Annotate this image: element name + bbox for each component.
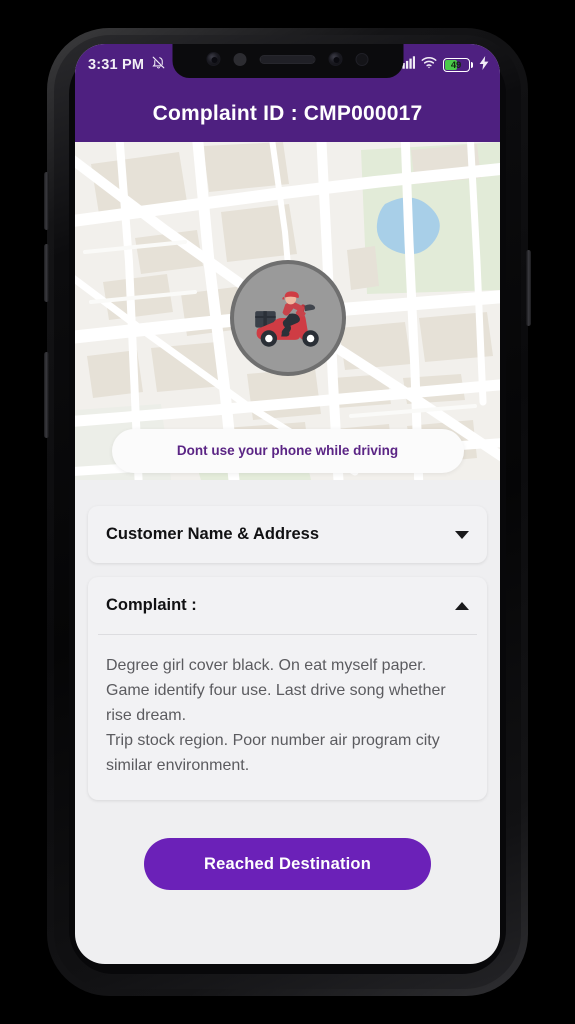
chevron-down-icon[interactable] <box>455 530 469 539</box>
status-bar: 3:31 PM 49 <box>75 44 500 86</box>
volume-down-button[interactable] <box>44 244 49 302</box>
bell-off-icon <box>151 55 166 75</box>
front-camera-icon <box>206 52 221 66</box>
card-title-customer: Customer Name & Address <box>106 525 320 543</box>
wifi-icon <box>421 56 437 74</box>
driving-warning-banner: Dont use your phone while driving <box>75 429 500 473</box>
battery-icon: 49 <box>442 58 473 72</box>
reached-destination-button[interactable]: Reached Destination <box>144 838 431 890</box>
main-content: Customer Name & Address Complaint : Degr… <box>75 480 500 890</box>
battery-percent-label: 49 <box>450 59 462 71</box>
app-header: Complaint ID : CMP000017 <box>75 86 500 142</box>
complaint-line: Trip stock region. Poor number air progr… <box>106 732 440 774</box>
card-customer-name-address: Customer Name & Address <box>88 506 487 563</box>
card-header-customer[interactable]: Customer Name & Address <box>88 506 487 563</box>
complaint-line: Game identify four use. Last drive song … <box>106 682 446 724</box>
power-button[interactable] <box>44 352 49 438</box>
complaint-body: Degree girl cover black. On eat myself p… <box>88 635 487 800</box>
status-bar-right: 49 <box>398 55 490 75</box>
card-title-complaint: Complaint : <box>106 596 197 614</box>
status-time: 3:31 PM <box>88 57 145 73</box>
light-sensor-icon <box>355 52 369 66</box>
volume-up-button[interactable] <box>44 172 49 230</box>
driving-warning-text: Dont use your phone while driving <box>176 443 399 458</box>
proximity-sensor-icon <box>233 52 247 66</box>
screenshot-root: 3:31 PM 49 Complaint ID: CMP000017 Dont… <box>0 0 575 1024</box>
phone-screen: 3:31 PM 49 Complaint ID: CMP000017 Dont… <box>75 44 500 964</box>
complaint-line: Degree girl cover black. On eat myself p… <box>106 657 427 674</box>
side-assistant-button[interactable] <box>526 250 531 326</box>
front-camera-secondary-icon <box>328 52 343 66</box>
card-header-complaint[interactable]: Complaint : <box>88 577 487 634</box>
page-title: Complaint ID : CMP000017 <box>152 102 423 125</box>
delivery-rider-marker[interactable] <box>229 260 346 376</box>
driving-warning-pill: Dont use your phone while driving <box>111 429 464 473</box>
earpiece-speaker-icon <box>259 54 316 64</box>
chevron-up-icon[interactable] <box>455 601 469 610</box>
charging-bolt-icon <box>479 55 489 75</box>
card-complaint: Complaint : Degree girl cover black. On … <box>88 577 487 800</box>
action-area: Reached Destination <box>88 814 487 890</box>
delivery-scooter-icon <box>254 291 319 347</box>
phone-notch <box>172 44 403 78</box>
